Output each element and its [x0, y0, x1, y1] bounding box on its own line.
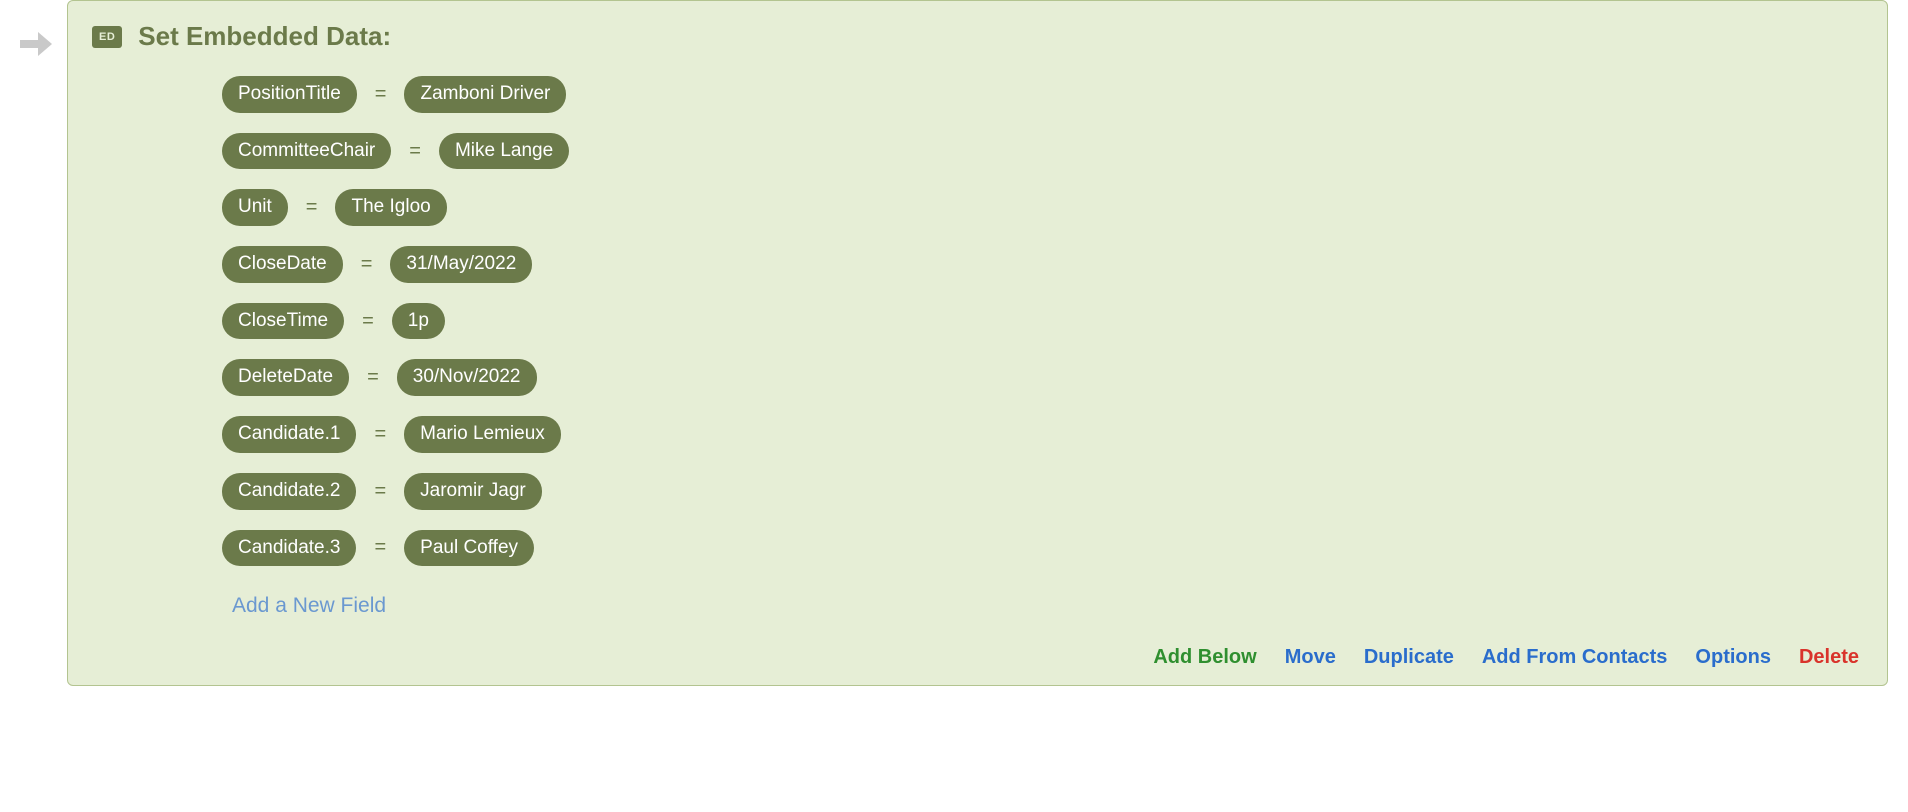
add-below-button[interactable]: Add Below	[1153, 646, 1256, 669]
equals-sign: =	[409, 140, 421, 163]
equals-sign: =	[367, 366, 379, 389]
equals-sign: =	[374, 480, 386, 503]
add-new-field-link[interactable]: Add a New Field	[222, 594, 1863, 618]
field-key[interactable]: CloseTime	[222, 303, 344, 340]
field-value[interactable]: 1p	[392, 303, 445, 340]
equals-sign: =	[361, 253, 373, 276]
move-button[interactable]: Move	[1285, 646, 1336, 669]
field-value[interactable]: Mike Lange	[439, 133, 569, 170]
field-key[interactable]: Candidate.1	[222, 416, 356, 453]
duplicate-button[interactable]: Duplicate	[1364, 646, 1454, 669]
footer-actions: Add Below Move Duplicate Add From Contac…	[92, 646, 1863, 669]
field-row: Candidate.1 = Mario Lemieux	[222, 416, 1863, 453]
field-row: Candidate.3 = Paul Coffey	[222, 530, 1863, 567]
field-key[interactable]: Unit	[222, 189, 288, 226]
embedded-data-block: ED Set Embedded Data: PositionTitle = Za…	[67, 0, 1888, 686]
field-key[interactable]: PositionTitle	[222, 76, 357, 113]
field-value[interactable]: Jaromir Jagr	[404, 473, 542, 510]
ed-badge-icon: ED	[92, 26, 122, 48]
field-value[interactable]: 31/May/2022	[390, 246, 532, 283]
field-row: Unit = The Igloo	[222, 189, 1863, 226]
field-key[interactable]: DeleteDate	[222, 359, 349, 396]
block-header: ED Set Embedded Data:	[92, 21, 1863, 52]
field-key[interactable]: Candidate.2	[222, 473, 356, 510]
add-from-contacts-button[interactable]: Add From Contacts	[1482, 646, 1668, 669]
equals-sign: =	[374, 536, 386, 559]
field-key[interactable]: CommitteeChair	[222, 133, 391, 170]
equals-sign: =	[374, 423, 386, 446]
field-row: CloseDate = 31/May/2022	[222, 246, 1863, 283]
block-title: Set Embedded Data:	[138, 21, 391, 52]
field-value[interactable]: Mario Lemieux	[404, 416, 561, 453]
delete-button[interactable]: Delete	[1799, 646, 1859, 669]
equals-sign: =	[362, 310, 374, 333]
field-value[interactable]: 30/Nov/2022	[397, 359, 537, 396]
field-value[interactable]: Paul Coffey	[404, 530, 534, 567]
field-row: CommitteeChair = Mike Lange	[222, 133, 1863, 170]
field-key[interactable]: Candidate.3	[222, 530, 356, 567]
field-value[interactable]: The Igloo	[335, 189, 446, 226]
fields-container: PositionTitle = Zamboni Driver Committee…	[92, 76, 1863, 618]
flow-arrow-icon	[20, 30, 52, 58]
field-row: CloseTime = 1p	[222, 303, 1863, 340]
field-row: DeleteDate = 30/Nov/2022	[222, 359, 1863, 396]
field-key[interactable]: CloseDate	[222, 246, 343, 283]
equals-sign: =	[375, 83, 387, 106]
field-row: Candidate.2 = Jaromir Jagr	[222, 473, 1863, 510]
equals-sign: =	[306, 196, 318, 219]
field-row: PositionTitle = Zamboni Driver	[222, 76, 1863, 113]
field-value[interactable]: Zamboni Driver	[404, 76, 566, 113]
options-button[interactable]: Options	[1695, 646, 1771, 669]
